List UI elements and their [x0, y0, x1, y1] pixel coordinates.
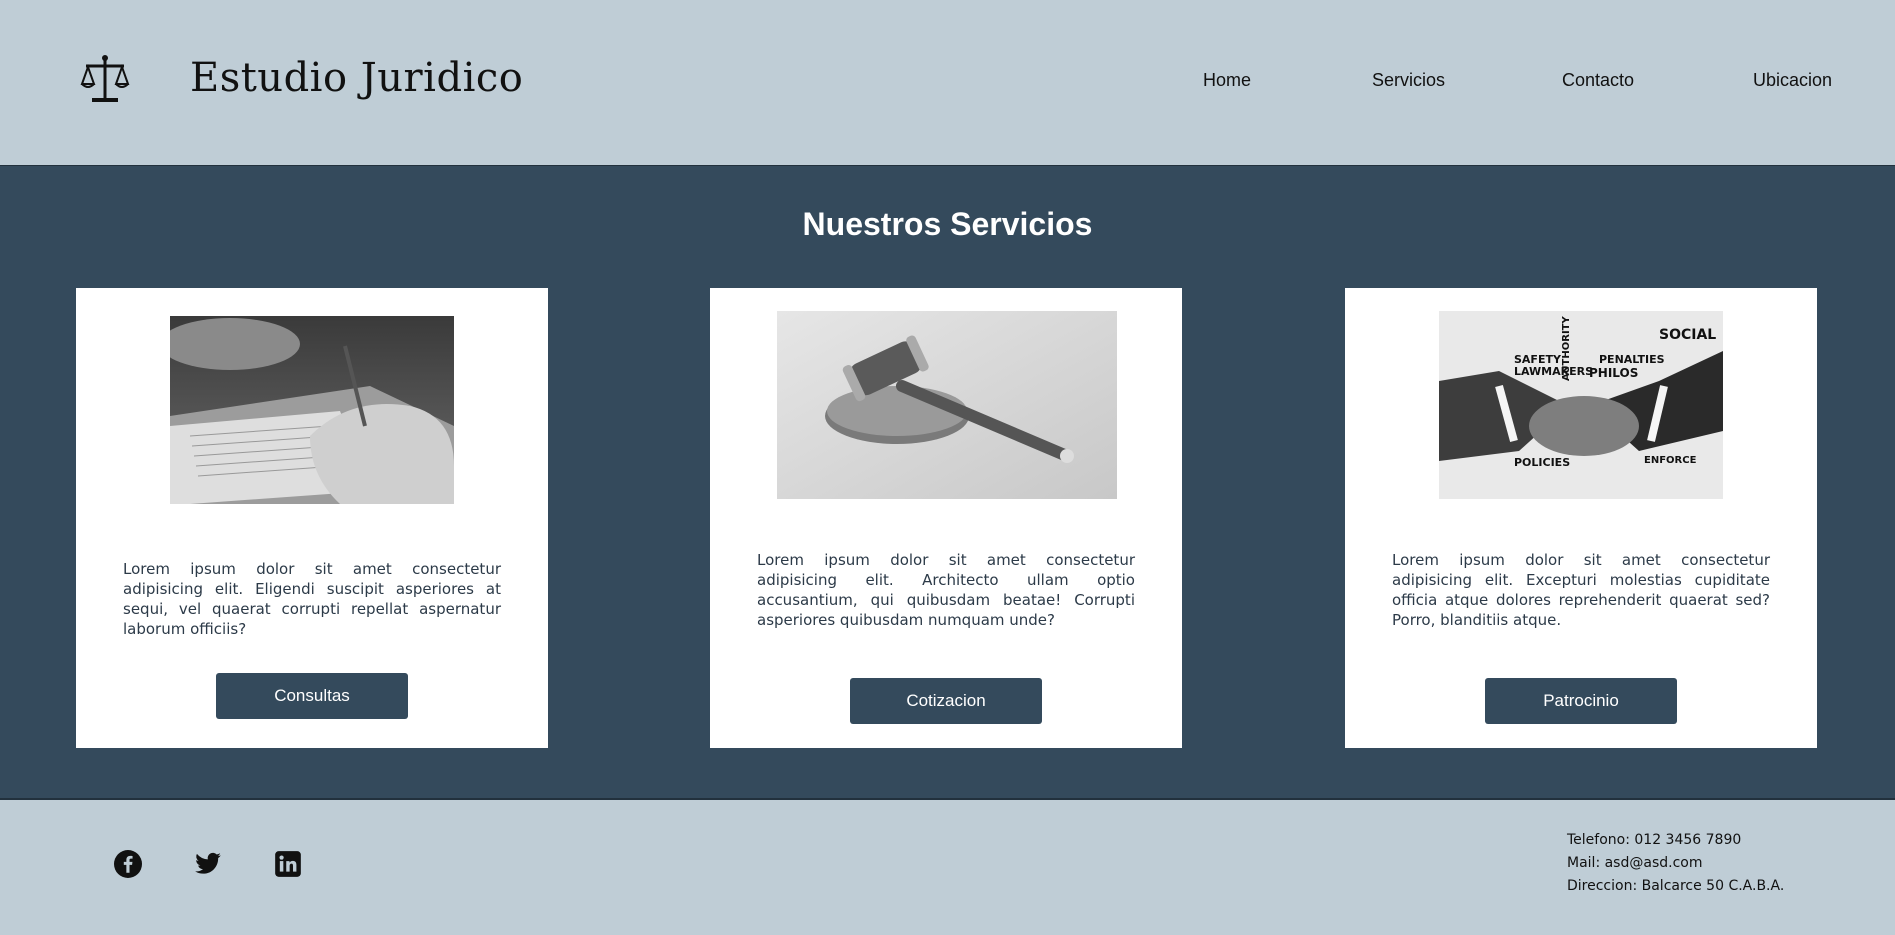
consultas-button[interactable]: Consultas	[216, 673, 408, 719]
contact-address: Direccion: Balcarce 50 C.A.B.A.	[1567, 878, 1785, 894]
nav-servicios[interactable]: Servicios	[1372, 70, 1445, 91]
linkedin-icon[interactable]	[274, 850, 302, 878]
site-header: Estudio Juridico Home Servicios Contacto…	[0, 0, 1895, 165]
svg-text:PHILOS: PHILOS	[1589, 366, 1638, 380]
cotizacion-button[interactable]: Cotizacion	[850, 678, 1042, 724]
service-card-cotizacion: Lorem ipsum dolor sit amet consectetur a…	[710, 288, 1182, 748]
service-card-text: Lorem ipsum dolor sit amet consectetur a…	[1392, 551, 1770, 629]
svg-text:SOCIAL: SOCIAL	[1659, 327, 1716, 343]
svg-text:POLICIES: POLICIES	[1514, 456, 1570, 469]
svg-text:PENALTIES: PENALTIES	[1599, 353, 1665, 366]
patrocinio-button[interactable]: Patrocinio	[1485, 678, 1677, 724]
site-brand[interactable]: Estudio Juridico	[190, 55, 523, 101]
nav-home[interactable]: Home	[1203, 70, 1251, 91]
contact-email: Mail: asd@asd.com	[1567, 855, 1703, 871]
site-footer: Telefono: 012 3456 7890 Mail: asd@asd.co…	[0, 798, 1895, 935]
services-section: Nuestros Servicios Lorem ipsum dolor sit…	[0, 165, 1895, 798]
facebook-icon[interactable]	[114, 850, 142, 878]
contact-phone: Telefono: 012 3456 7890	[1567, 832, 1742, 848]
gavel-photo	[777, 311, 1117, 499]
svg-text:LAWMAKERS: LAWMAKERS	[1514, 365, 1593, 378]
services-title: Nuestros Servicios	[802, 206, 1093, 242]
svg-text:AUTHORITY: AUTHORITY	[1561, 316, 1572, 381]
nav-contacto[interactable]: Contacto	[1562, 70, 1634, 91]
nav-ubicacion[interactable]: Ubicacion	[1753, 70, 1832, 91]
svg-text:ENFORCE: ENFORCE	[1644, 455, 1697, 466]
service-card-text: Lorem ipsum dolor sit amet consectetur a…	[123, 560, 501, 638]
twitter-icon[interactable]	[194, 850, 222, 878]
service-card-text: Lorem ipsum dolor sit amet consectetur a…	[757, 551, 1135, 629]
signing-document-photo	[170, 316, 454, 504]
handshake-law-words-photo: SOCIAL PENALTIES SAFETY LAWMAKERS PHILOS…	[1439, 311, 1723, 499]
service-card-patrocinio: SOCIAL PENALTIES SAFETY LAWMAKERS PHILOS…	[1345, 288, 1817, 748]
service-card-consultas: Lorem ipsum dolor sit amet consectetur a…	[76, 288, 548, 748]
scales-of-justice-icon	[80, 55, 130, 102]
